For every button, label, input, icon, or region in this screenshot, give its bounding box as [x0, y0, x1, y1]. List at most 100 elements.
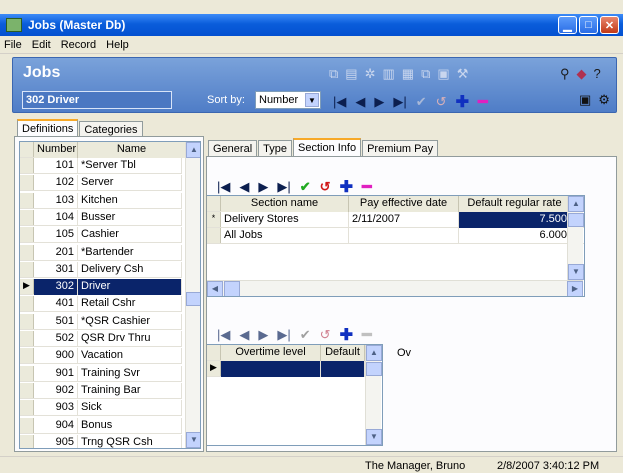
table-row[interactable]: ▶ 302 Driver — [20, 279, 182, 296]
cell-number[interactable]: 502 — [34, 331, 78, 347]
table-row[interactable]: 301 Delivery Csh — [20, 261, 182, 278]
cell-section-name[interactable]: Delivery Stores — [221, 212, 349, 228]
cell-name[interactable]: QSR Drv Thru — [78, 331, 182, 347]
monitor-icon[interactable]: ▣ — [579, 92, 591, 108]
checkmark-icon[interactable]: ✔ — [300, 327, 311, 343]
section-horizontal-scrollbar[interactable]: ◀ ▶ — [207, 280, 583, 296]
table-row[interactable]: 201 *Bartender — [20, 244, 182, 261]
print-icon[interactable]: ▦ — [402, 66, 414, 82]
chevron-down-icon[interactable]: ▼ — [568, 264, 584, 280]
table-row[interactable]: 501 *QSR Cashier — [20, 313, 182, 330]
help-icon[interactable]: ? — [594, 66, 601, 82]
cell-regular-rate[interactable]: 7.500 — [459, 212, 571, 228]
row-selector[interactable] — [20, 192, 34, 208]
row-selector[interactable] — [20, 209, 34, 225]
table-row[interactable]: 903 Sick — [20, 400, 182, 417]
cell-name[interactable]: *Bartender — [78, 244, 182, 261]
column-header-pay-effective-date[interactable]: Pay effective date — [349, 196, 459, 212]
cell-number[interactable]: 905 — [34, 434, 78, 448]
table-row[interactable]: ▶ — [207, 361, 365, 377]
row-selector[interactable] — [20, 158, 34, 173]
cell-default[interactable] — [321, 361, 365, 377]
copy-icon[interactable]: ⧉ — [329, 66, 338, 82]
cell-name[interactable]: Training Svr — [78, 365, 182, 382]
tab-type[interactable]: Type — [258, 140, 292, 157]
table-row[interactable]: 904 Bonus — [20, 417, 182, 434]
chevron-up-icon[interactable]: ▲ — [186, 142, 200, 158]
close-button[interactable]: ✕ — [600, 16, 619, 34]
undo-icon[interactable]: ↺ — [436, 94, 447, 110]
cell-name[interactable]: Training Bar — [78, 382, 182, 399]
column-header-default[interactable]: Default — [321, 345, 365, 361]
copy-record-icon[interactable]: ⧉ — [421, 66, 430, 82]
table-row[interactable]: 101 *Server Tbl — [20, 158, 182, 174]
checkmark-icon[interactable]: ✔ — [300, 179, 311, 195]
settings-icon[interactable]: ⚙ — [598, 92, 610, 108]
row-pointer-icon[interactable]: ▶ — [20, 279, 34, 295]
row-selector[interactable] — [20, 434, 34, 448]
section-vertical-scrollbar[interactable]: ▲ ▼ — [567, 196, 584, 280]
cell-name[interactable]: *QSR Cashier — [78, 313, 182, 330]
scroll-thumb[interactable] — [224, 281, 240, 296]
first-record-icon[interactable]: |◀ — [217, 327, 230, 343]
prev-record-icon[interactable]: ◀ — [355, 94, 365, 110]
cell-number[interactable]: 302 — [34, 279, 78, 296]
table-row[interactable]: 905 Trng QSR Csh — [20, 434, 182, 448]
row-selector[interactable] — [20, 417, 34, 433]
checkmark-icon[interactable]: ✔ — [416, 94, 427, 110]
row-selector[interactable] — [20, 261, 34, 277]
row-selector[interactable] — [20, 331, 34, 346]
first-record-icon[interactable]: |◀ — [217, 179, 230, 195]
cell-name[interactable]: *Server Tbl — [78, 158, 182, 174]
sort-select[interactable]: Number ▼ — [255, 91, 321, 109]
table-row[interactable]: 902 Training Bar — [20, 382, 182, 399]
column-header-default-regular-rate[interactable]: Default regular rate — [459, 196, 571, 212]
cell-number[interactable]: 301 — [34, 261, 78, 278]
cell-number[interactable]: 104 — [34, 209, 78, 226]
cell-pay-date[interactable] — [349, 228, 459, 244]
row-selector[interactable] — [20, 348, 34, 364]
cell-number[interactable]: 904 — [34, 417, 78, 434]
column-header-number[interactable]: Number — [34, 142, 78, 158]
cell-number[interactable]: 902 — [34, 382, 78, 399]
menu-help[interactable]: Help — [106, 39, 129, 51]
cell-number[interactable]: 103 — [34, 192, 78, 209]
cell-number[interactable]: 900 — [34, 348, 78, 365]
next-record-icon[interactable]: ▶ — [374, 94, 384, 110]
table-row[interactable]: * Delivery Stores 2/11/2007 7.500 — [207, 212, 584, 228]
tools-icon[interactable]: ⚒ — [457, 66, 469, 82]
cell-number[interactable]: 903 — [34, 400, 78, 417]
delete-icon[interactable]: ▥ — [383, 66, 395, 82]
row-selector[interactable] — [20, 382, 34, 398]
undo-icon[interactable]: ↺ — [320, 179, 331, 195]
cell-number[interactable]: 101 — [34, 158, 78, 174]
cell-number[interactable]: 201 — [34, 244, 78, 261]
row-selector[interactable] — [20, 365, 34, 381]
paste-icon[interactable]: ▤ — [345, 66, 357, 82]
find-icon[interactable]: ⚲ — [560, 66, 570, 82]
row-selector[interactable] — [20, 175, 34, 191]
cell-name[interactable]: Server — [78, 175, 182, 192]
tab-premium-pay[interactable]: Premium Pay — [362, 140, 439, 157]
cell-number[interactable]: 901 — [34, 365, 78, 382]
prev-record-icon[interactable]: ◀ — [239, 179, 249, 195]
minimize-button[interactable]: ▁ — [558, 16, 577, 34]
cell-number[interactable]: 102 — [34, 175, 78, 192]
scroll-thumb[interactable] — [568, 213, 584, 227]
remove-icon[interactable]: ━ — [362, 177, 372, 197]
undo-icon[interactable]: ↺ — [320, 327, 331, 343]
last-record-icon[interactable]: ▶| — [393, 94, 406, 110]
cell-section-name[interactable]: All Jobs — [221, 228, 349, 244]
maximize-button[interactable]: □ — [579, 16, 598, 34]
cell-regular-rate[interactable]: 6.000 — [459, 228, 571, 244]
cell-number[interactable]: 401 — [34, 296, 78, 313]
row-selector[interactable] — [20, 227, 34, 243]
tab-section-info[interactable]: Section Info — [293, 138, 362, 157]
menu-edit[interactable]: Edit — [32, 39, 51, 51]
column-header-section-name[interactable]: Section name — [221, 196, 349, 212]
tab-general[interactable]: General — [208, 140, 258, 157]
table-row[interactable]: 102 Server — [20, 175, 182, 192]
table-row[interactable]: 104 Busser — [20, 209, 182, 226]
add-icon[interactable]: ✚ — [456, 92, 469, 112]
chevron-down-icon[interactable]: ▼ — [366, 429, 382, 445]
